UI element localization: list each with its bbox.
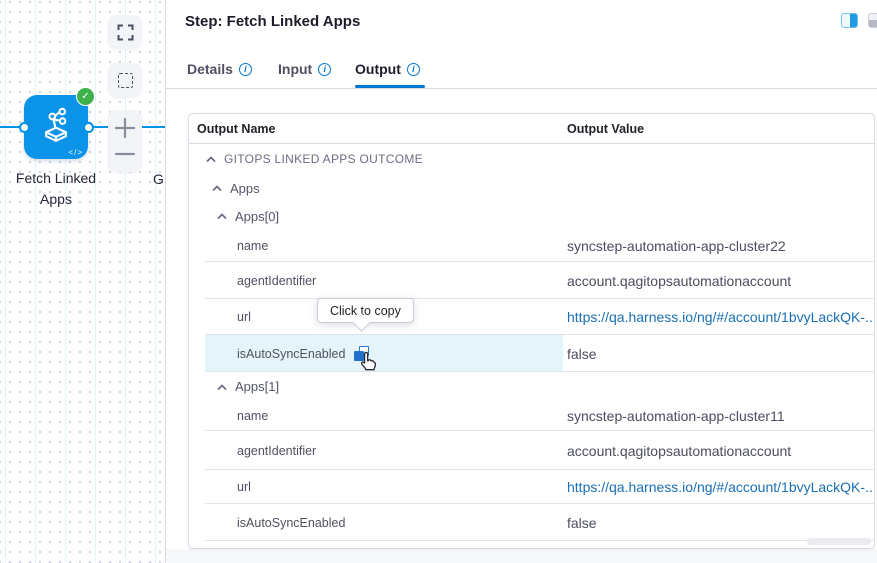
app-window: </> ✓ Fetch Linked Apps G Step: Fetch Li… — [0, 0, 877, 563]
pipeline-canvas[interactable]: </> ✓ Fetch Linked Apps G — [0, 0, 166, 563]
output-value: false — [567, 514, 597, 531]
marquee-select-icon — [117, 72, 133, 88]
info-icon[interactable]: i — [318, 62, 332, 76]
node-label: Fetch Linked Apps — [15, 170, 97, 207]
table-row: url https://qa.harness.io/ng/#/account/1… — [189, 299, 874, 335]
fullscreen-button[interactable] — [108, 15, 142, 49]
table-header-row: Output Name Output Value — [189, 114, 874, 144]
chevron-up-icon[interactable] — [216, 210, 228, 222]
output-value: false — [567, 345, 597, 362]
hovered-name-cell[interactable]: isAutoSyncEnabled — [205, 335, 563, 372]
table-row: Apps[0] — [189, 202, 874, 230]
output-value: account.qagitopsautomationaccount — [567, 442, 792, 459]
output-value: syncstep-automation-app-cluster22 — [567, 238, 786, 254]
node-port-right[interactable] — [83, 122, 94, 133]
gitops-icon — [45, 107, 67, 142]
node-port-left[interactable] — [19, 122, 30, 133]
zoom-out-icon[interactable] — [113, 142, 137, 166]
output-name-label: agentIdentifier — [237, 273, 317, 288]
group-apps-0[interactable]: Apps[0] — [205, 209, 279, 224]
output-value-link[interactable]: https://qa.harness.io/ng/#/account/1bvyL… — [563, 470, 874, 504]
table-row: agentIdentifier account.qagitopsautomati… — [189, 431, 874, 470]
table-row: isAutoSyncEnabled false — [189, 335, 874, 372]
output-name-label: url — [237, 310, 251, 324]
tab-input[interactable]: Input i — [278, 59, 332, 79]
tabs-divider — [166, 88, 877, 89]
output-name-label: name — [237, 239, 269, 253]
step-node-fetch-linked-apps[interactable]: </> — [24, 95, 88, 159]
zoom-controls — [108, 110, 142, 172]
step-success-badge-icon: ✓ — [76, 87, 95, 106]
group-apps[interactable]: Apps — [205, 181, 260, 196]
panel-title: Step: Fetch Linked Apps — [185, 13, 361, 30]
info-icon[interactable]: i — [406, 62, 420, 76]
chevron-up-icon[interactable] — [216, 381, 228, 393]
column-header-output-value: Output Value — [567, 121, 645, 136]
step-details-panel: Step: Fetch Linked Apps Details i Input … — [166, 0, 877, 563]
marquee-select-button[interactable] — [108, 63, 142, 97]
output-name-label: agentIdentifier — [237, 443, 317, 458]
group-gitops-outcome[interactable]: GITOPS LINKED APPS OUTCOME — [205, 152, 423, 166]
table-row: agentIdentifier account.qagitopsautomati… — [189, 262, 874, 299]
hand-cursor-icon — [360, 351, 377, 371]
table-row: Apps[1] — [189, 372, 874, 401]
output-name-label: name — [237, 409, 269, 423]
code-glyph-icon: </> — [68, 148, 83, 157]
column-header-output-name: Output Name — [197, 121, 276, 136]
fullscreen-icon — [117, 24, 133, 40]
output-table-card: Output Name Output Value GITOPS LINKED A… — [188, 113, 875, 549]
next-node-label-partial: G — [153, 171, 164, 187]
output-name-label: url — [237, 480, 251, 494]
output-name-label: isAutoSyncEnabled — [237, 346, 346, 361]
output-value-link[interactable]: https://qa.harness.io/ng/#/account/1bvyL… — [563, 299, 874, 335]
collapse-pane-toggle-icon[interactable] — [868, 13, 877, 28]
active-tab-indicator — [355, 85, 425, 88]
output-name-label: isAutoSyncEnabled — [237, 515, 346, 530]
panel-footer-area — [166, 549, 877, 563]
table-row: GITOPS LINKED APPS OUTCOME — [189, 144, 874, 174]
zoom-in-icon[interactable] — [113, 116, 137, 140]
output-value: account.qagitopsautomationaccount — [567, 272, 792, 289]
info-icon[interactable]: i — [238, 62, 252, 76]
tab-details[interactable]: Details i — [187, 59, 252, 79]
output-value: syncstep-automation-app-cluster11 — [567, 408, 785, 424]
horizontal-scrollbar-thumb[interactable] — [807, 538, 871, 545]
table-row: isAutoSyncEnabled false — [189, 504, 874, 541]
click-to-copy-tooltip: Click to copy — [317, 298, 414, 323]
group-apps-1[interactable]: Apps[1] — [205, 379, 279, 394]
split-pane-toggle-icon[interactable] — [841, 13, 858, 28]
table-row: url https://qa.harness.io/ng/#/account/1… — [189, 470, 874, 504]
tab-output[interactable]: Output i — [355, 59, 420, 79]
table-row: Apps — [189, 174, 874, 202]
chevron-up-icon[interactable] — [205, 153, 217, 165]
chevron-up-icon[interactable] — [211, 182, 223, 194]
table-row: name syncstep-automation-app-cluster11 — [189, 401, 874, 431]
table-row: name syncstep-automation-app-cluster22 — [189, 230, 874, 262]
